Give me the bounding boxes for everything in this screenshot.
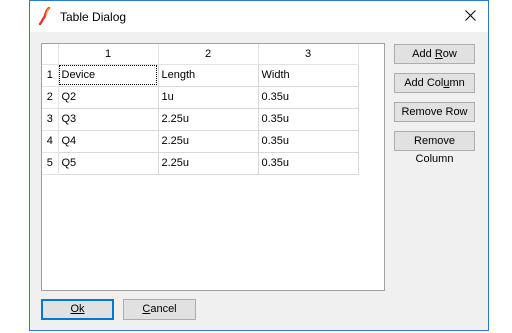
row-header[interactable]: 3 [42, 108, 59, 131]
table-cell[interactable]: Q3 [58, 108, 159, 131]
table-cell[interactable]: 1u [158, 86, 259, 109]
button-label: mn [449, 77, 465, 89]
column-header-row: 1 2 3 [42, 44, 359, 65]
table-row: 1 Device Length Width [42, 64, 359, 87]
cancel-button[interactable]: Cancel [123, 299, 196, 320]
column-header[interactable]: 2 [158, 44, 259, 65]
remove-column-button[interactable]: Remove Column [394, 131, 475, 165]
accelerator-key: R [434, 48, 443, 60]
close-icon [464, 8, 476, 26]
button-label: Add [412, 48, 435, 60]
close-button[interactable] [452, 1, 488, 32]
button-label: ow [442, 48, 457, 60]
table-cell[interactable]: Width [258, 64, 359, 87]
data-table: 1 2 3 1 Device Length Width 2 Q2 1u 0.35… [42, 44, 359, 175]
table-dialog-window: Table Dialog 1 2 3 1 Device Length Width… [29, 0, 489, 331]
table-cell[interactable]: Device [58, 64, 159, 87]
remove-row-button[interactable]: Remove Row [394, 102, 475, 122]
column-header[interactable]: 3 [258, 44, 359, 65]
title-bar[interactable]: Table Dialog [30, 1, 488, 32]
table-cell[interactable]: 0.35u [258, 152, 359, 175]
table-cell[interactable]: Q5 [58, 152, 159, 175]
ltspice-icon [38, 6, 52, 26]
row-header[interactable]: 5 [42, 152, 59, 175]
table-cell[interactable]: 2.25u [158, 130, 259, 153]
table-row: 2 Q2 1u 0.35u [42, 86, 359, 109]
table-cell[interactable]: Q2 [58, 86, 159, 109]
ok-button[interactable]: Ok [41, 299, 114, 320]
row-header[interactable]: 1 [42, 64, 59, 87]
table-cell[interactable]: Length [158, 64, 259, 87]
button-label: Ok [70, 303, 85, 315]
add-row-button[interactable]: Add Row [394, 44, 475, 64]
window-title: Table Dialog [60, 10, 127, 24]
table-row: 3 Q3 2.25u 0.35u [42, 108, 359, 131]
row-header[interactable]: 4 [42, 130, 59, 153]
table-grid-panel[interactable]: 1 2 3 1 Device Length Width 2 Q2 1u 0.35… [41, 43, 385, 291]
table-cell[interactable]: 2.25u [158, 152, 259, 175]
row-header[interactable]: 2 [42, 86, 59, 109]
table-row: 5 Q5 2.25u 0.35u [42, 152, 359, 175]
table-cell[interactable]: 0.35u [258, 86, 359, 109]
add-column-button[interactable]: Add Column [394, 73, 475, 93]
table-cell[interactable]: 0.35u [258, 130, 359, 153]
button-label: ancel [150, 303, 177, 315]
corner-cell[interactable] [42, 44, 59, 65]
button-label: Add Col [404, 77, 444, 89]
table-cell[interactable]: 0.35u [258, 108, 359, 131]
table-cell[interactable]: 2.25u [158, 108, 259, 131]
table-row: 4 Q4 2.25u 0.35u [42, 130, 359, 153]
table-cell[interactable]: Q4 [58, 130, 159, 153]
column-header[interactable]: 1 [58, 44, 159, 65]
